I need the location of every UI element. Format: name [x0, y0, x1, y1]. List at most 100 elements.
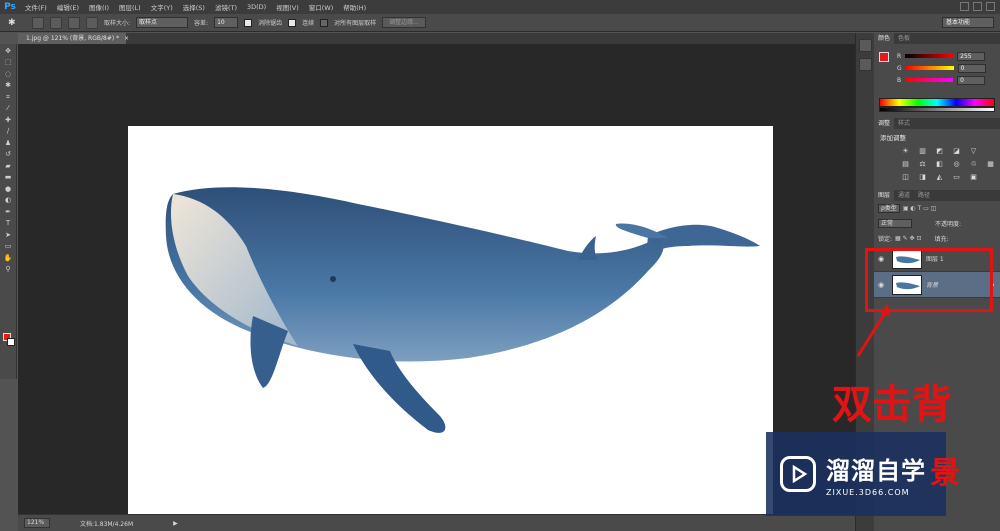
maximize-icon[interactable] [973, 2, 982, 11]
blend-mode-select[interactable]: 正常 [878, 219, 912, 228]
menu-view[interactable]: 视图(V) [271, 2, 304, 12]
watermark-url: ZIXUE.3D66.COM [826, 488, 910, 497]
zoom-tool-icon[interactable]: ⚲ [2, 264, 15, 274]
gradient-tool-icon[interactable]: ▬ [2, 172, 15, 182]
tab-swatches[interactable]: 色板 [894, 33, 914, 44]
tab-styles[interactable]: 样式 [894, 118, 914, 129]
photo-filter-icon[interactable]: ◎ [951, 160, 962, 169]
menu-layer[interactable]: 图层(L) [114, 2, 146, 12]
pen-tool-icon[interactable]: ✒ [2, 207, 15, 217]
magic-wand-tool-icon[interactable]: ✱ [8, 18, 26, 28]
tab-paths[interactable]: 路径 [914, 190, 934, 201]
brightness-icon[interactable]: ☀ [900, 147, 911, 156]
hue-saturation-icon[interactable]: ▤ [900, 160, 911, 169]
type-tool-icon[interactable]: T [2, 218, 15, 228]
blank-icon [985, 147, 996, 156]
posterize-icon[interactable]: ◨ [917, 173, 928, 182]
annotation-arrow [856, 304, 890, 357]
color-panel-tabs: 颜色 色板 [874, 33, 1000, 44]
menu-3d[interactable]: 3D(D) [242, 3, 271, 11]
tab-color[interactable]: 颜色 [874, 33, 895, 44]
intersect-selection-icon[interactable] [86, 16, 98, 29]
red-value[interactable]: 255 [957, 51, 986, 61]
all-layers-checkbox[interactable] [320, 18, 329, 27]
history-brush-icon[interactable]: ↺ [2, 149, 15, 159]
document-canvas[interactable] [128, 126, 773, 522]
menu-type[interactable]: 文字(Y) [146, 2, 178, 12]
hand-tool-icon[interactable]: ✋ [2, 253, 15, 263]
magic-wand-icon[interactable]: ✱ [2, 80, 15, 90]
refine-edge-button[interactable]: 调整边缘... [382, 17, 426, 28]
close-tab-icon[interactable]: × [124, 35, 129, 42]
add-adjustment-title: 添加调整 [880, 134, 906, 142]
history-panel-icon[interactable] [858, 39, 872, 52]
color-lookup-icon[interactable]: ▦ [985, 160, 996, 169]
blue-slider[interactable] [905, 78, 954, 82]
grayscale-ramp[interactable] [879, 107, 995, 112]
layer-kind-filter[interactable]: ρ类型 [878, 204, 900, 213]
new-selection-icon[interactable] [32, 16, 44, 29]
document-tab[interactable]: 1.jpg @ 121% (背景, RGB/8#) * × [18, 33, 129, 44]
fg-color-preview[interactable] [879, 52, 889, 62]
lock-row: 锁定: ▦ ✎ ✥ ⊡ 填充: [874, 231, 1000, 246]
gradient-map-icon[interactable]: ▭ [951, 173, 962, 182]
status-menu-arrow-icon[interactable]: ▶ [173, 520, 178, 527]
green-value[interactable]: 0 [957, 63, 986, 73]
blur-tool-icon[interactable]: ● [2, 184, 15, 194]
channel-mixer-icon[interactable]: ♲ [968, 160, 979, 169]
minimize-icon[interactable] [960, 2, 969, 11]
red-slider[interactable] [905, 54, 954, 58]
menu-help[interactable]: 帮助(H) [338, 2, 371, 12]
tolerance-input[interactable]: 10 [214, 17, 239, 28]
menu-filter[interactable]: 滤镜(T) [210, 2, 242, 12]
lasso-tool-icon[interactable]: ◌ [2, 69, 15, 79]
color-spectrum[interactable] [879, 98, 995, 107]
crop-tool-icon[interactable]: ⌗ [2, 92, 15, 102]
lock-icons[interactable]: ▦ ✎ ✥ ⊡ [895, 235, 921, 242]
filter-icons[interactable]: ▣ ◐ T ▭ ◫ [903, 205, 937, 212]
exposure-icon[interactable]: ◪ [951, 147, 962, 156]
green-slider[interactable] [905, 66, 954, 70]
properties-panel-icon[interactable] [858, 58, 872, 71]
background-color-swatch[interactable] [7, 338, 15, 346]
eyedropper-tool-icon[interactable]: ⁄ [2, 103, 15, 113]
threshold-icon[interactable]: ◭ [934, 173, 945, 182]
black-white-icon[interactable]: ◧ [934, 160, 945, 169]
contiguous-checkbox[interactable] [288, 18, 297, 27]
close-window-icon[interactable] [986, 2, 995, 11]
menu-edit[interactable]: 编辑(E) [52, 2, 84, 12]
eraser-tool-icon[interactable]: ▰ [2, 161, 15, 171]
tab-layers[interactable]: 图层 [874, 190, 895, 201]
healing-brush-icon[interactable]: ✚ [2, 115, 15, 125]
selective-color-icon[interactable]: ▣ [968, 173, 979, 182]
subtract-selection-icon[interactable] [68, 16, 80, 29]
menu-window[interactable]: 窗口(W) [304, 2, 339, 12]
annotation-text-extra: 景 [930, 456, 960, 491]
move-tool-icon[interactable]: ✥ [2, 46, 15, 56]
levels-icon[interactable]: ▥ [917, 147, 928, 156]
add-selection-icon[interactable] [50, 16, 62, 29]
workspace-select[interactable]: 基本功能 [942, 17, 994, 28]
tab-adjustments[interactable]: 调整 [874, 118, 895, 129]
menu-image[interactable]: 图像(I) [84, 2, 114, 12]
dodge-tool-icon[interactable]: ◐ [2, 195, 15, 205]
tolerance-label: 容差: [194, 20, 209, 27]
menu-file[interactable]: 文件(F) [20, 2, 52, 12]
sample-size-select[interactable]: 取样点 [136, 17, 189, 28]
stamp-tool-icon[interactable]: ♟ [2, 138, 15, 148]
marquee-tool-icon[interactable]: ⬚ [2, 57, 15, 67]
zoom-level-field[interactable]: 121% [24, 518, 50, 528]
invert-icon[interactable]: ◫ [900, 173, 911, 182]
adjustments-panel-tabs: 调整 样式 [874, 118, 1000, 129]
path-select-icon[interactable]: ➤ [2, 230, 15, 240]
vibrance-icon[interactable]: ▽ [968, 147, 979, 156]
watermark: 溜溜自学 ZIXUE.3D66.COM [766, 432, 946, 516]
menu-select[interactable]: 选择(S) [178, 2, 210, 12]
shape-tool-icon[interactable]: ▭ [2, 241, 15, 251]
antialias-checkbox[interactable] [244, 18, 253, 27]
color-balance-icon[interactable]: ⚖ [917, 160, 928, 169]
blue-value[interactable]: 0 [957, 75, 986, 85]
brush-tool-icon[interactable]: ∕ [2, 126, 15, 136]
curves-icon[interactable]: ◩ [934, 147, 945, 156]
tab-channels[interactable]: 通道 [894, 190, 914, 201]
